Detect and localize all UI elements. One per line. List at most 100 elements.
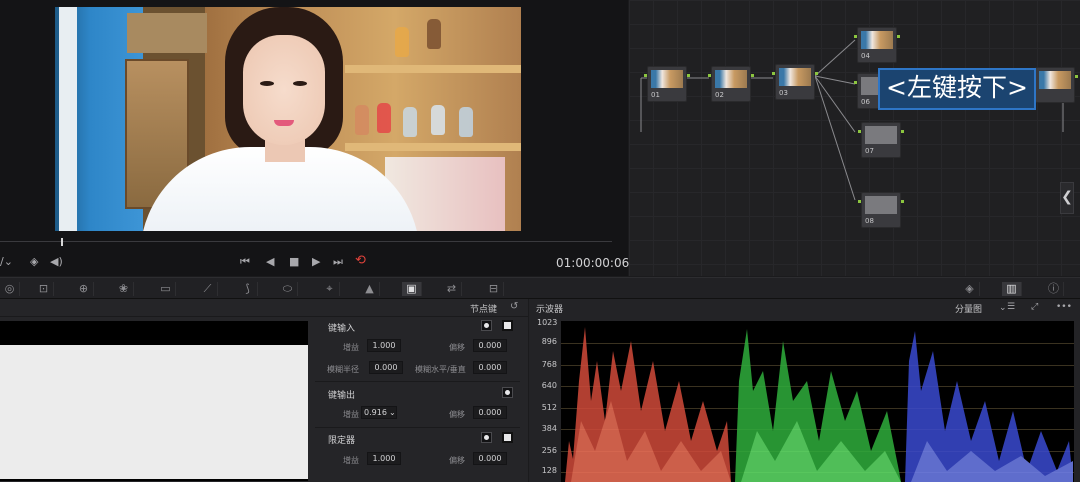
video-bottle — [459, 107, 473, 137]
viewer-panel: ∕⌄ ◈ ◀) ⏮ ◀ ■ ▶ ⏭ ⟲ 01:00:00:06 — [0, 0, 629, 276]
scale-label: 768 — [541, 360, 557, 369]
audio-icon[interactable]: ◀) — [50, 256, 63, 268]
limiter-offset-label: 偏移 — [449, 456, 465, 465]
3d-icon[interactable]: ⊟ — [484, 282, 504, 296]
collapse-panel-button[interactable]: ❮ — [1060, 182, 1074, 214]
scale-label: 384 — [541, 424, 557, 433]
key-input-invert-button[interactable] — [481, 320, 492, 331]
input-offset-field[interactable]: 0.000 — [473, 339, 507, 352]
eyedropper-icon[interactable]: ∕⌄ — [0, 256, 13, 268]
node-label: 06 — [861, 98, 870, 106]
node-02[interactable]: 02 — [708, 66, 754, 102]
color-wheels-icon[interactable]: ◎ — [0, 282, 20, 296]
step-back-icon[interactable]: ◀ — [266, 256, 274, 268]
limiter-invert-button[interactable] — [481, 432, 492, 443]
rgb-mixer-icon[interactable]: ❀ — [114, 282, 134, 296]
key-input-label: 键输入 — [328, 324, 356, 334]
blur-radius-field[interactable]: 0.000 — [369, 361, 403, 374]
node-label: 01 — [651, 91, 660, 99]
window-icon[interactable]: ⬭ — [278, 282, 298, 296]
chevron-down-icon[interactable]: ⌄ — [999, 302, 1007, 314]
node-thumbnail — [861, 31, 893, 49]
more-icon[interactable]: ••• — [1056, 301, 1072, 313]
node-links — [640, 39, 1064, 201]
qualifier-icon[interactable]: ⟆ — [238, 282, 258, 296]
limiter-gain-field[interactable]: 1.000 — [367, 452, 401, 465]
sizing-icon[interactable]: ⇄ — [442, 282, 462, 296]
limiter-offset-field[interactable]: 0.000 — [473, 452, 507, 465]
palette-toolbar: ◎ ⊡ ⊕ ❀ ▭ ⟋ ⟆ ⬭ ⌖ ▲ ▣ ⇄ ⊟ ◈ ▥ ⓘ — [0, 277, 1080, 299]
stop-icon[interactable]: ■ — [289, 256, 299, 268]
scale-label: 896 — [541, 337, 557, 346]
node-thumbnail — [779, 68, 811, 86]
scrubber-track[interactable] — [0, 241, 612, 242]
output-gain-label: 增益 — [343, 410, 359, 419]
skip-back-icon[interactable]: ⏮ — [240, 256, 250, 268]
scale-label: 640 — [541, 381, 557, 390]
motion-icon[interactable]: ▭ — [156, 282, 176, 296]
scale-label: 128 — [541, 466, 557, 475]
limiter-mask-button[interactable] — [502, 432, 513, 443]
magic-mask-icon[interactable]: ▲ — [360, 282, 380, 296]
node-label: 02 — [715, 91, 724, 99]
parade-waveforms — [565, 327, 1073, 482]
tracker-target-icon[interactable]: ⌖ — [320, 282, 340, 296]
expand-icon[interactable]: ⤢ — [1031, 301, 1038, 313]
matte-preview — [0, 345, 308, 479]
key-output-invert-button[interactable] — [502, 387, 513, 398]
divider — [315, 427, 520, 428]
node-03[interactable]: 03 — [772, 64, 818, 100]
key-icon[interactable]: ▣ — [402, 282, 422, 296]
info-icon[interactable]: ⓘ — [1044, 282, 1064, 296]
scrubber-playhead[interactable] — [61, 238, 63, 246]
blur-hv-label: 模糊水平/垂直 — [415, 365, 466, 374]
input-gain-field[interactable]: 1.000 — [367, 339, 401, 352]
node-04[interactable]: 04 — [854, 27, 900, 63]
node-label: 03 — [779, 89, 788, 97]
settings-icon[interactable]: ☰ — [1007, 301, 1015, 313]
layers-icon[interactable]: ◈ — [30, 256, 38, 268]
video-person-eye — [260, 81, 274, 86]
output-offset-field[interactable]: 0.000 — [473, 406, 507, 419]
node-thumbnail — [651, 70, 683, 88]
node-editor[interactable]: 01 02 03 04 06 07 08 ❮ — [629, 0, 1080, 276]
key-panel-title: 节点键 — [470, 305, 498, 315]
reset-icon[interactable]: ↺ — [510, 301, 518, 312]
limiter-label: 限定器 — [328, 436, 356, 446]
video-frame[interactable] — [55, 7, 521, 231]
video-white-edge — [59, 7, 77, 231]
node-label: 07 — [865, 147, 874, 155]
loop-icon[interactable]: ⟲ — [355, 254, 366, 267]
video-bottle — [403, 107, 417, 137]
blur-radius-label: 模糊半径 — [327, 365, 359, 374]
curves-icon[interactable]: ⟋ — [198, 282, 218, 296]
scope-icon[interactable]: ▥ — [1002, 282, 1022, 296]
power-window-icon[interactable]: ⊡ — [34, 282, 54, 296]
scale-label: 256 — [541, 446, 557, 455]
node-08[interactable]: 08 — [858, 192, 904, 228]
chevron-down-icon[interactable]: ⌄ — [389, 408, 396, 417]
key-controls: 键输入 增益 1.000 偏移 0.000 模糊半径 0.000 模糊水平/垂直… — [315, 317, 520, 482]
play-icon[interactable]: ▶ — [312, 256, 320, 268]
scope-mode-dropdown[interactable]: 分量图 — [955, 302, 982, 315]
tracker-icon[interactable]: ⊕ — [74, 282, 94, 296]
key-input-mask-button[interactable] — [502, 320, 513, 331]
video-bottle — [431, 105, 445, 135]
video-person-face — [243, 35, 325, 145]
skip-forward-icon[interactable]: ⏭ — [333, 256, 343, 268]
video-bottle — [377, 103, 391, 133]
key-panel-header: 节点键 ↺ — [0, 299, 528, 317]
video-poster-top — [127, 13, 207, 53]
node-07[interactable]: 07 — [858, 122, 904, 158]
input-offset-label: 偏移 — [449, 343, 465, 352]
video-shelf — [345, 65, 521, 73]
blur-hv-field[interactable]: 0.000 — [473, 361, 507, 374]
key-output-label: 键输出 — [328, 391, 356, 401]
scope-title: 示波器 — [536, 305, 564, 315]
video-bottle — [355, 105, 369, 135]
video-shelf — [345, 143, 521, 151]
node-01[interactable]: 01 — [644, 66, 690, 102]
blur-icon[interactable]: ◈ — [960, 282, 980, 296]
node-label: 04 — [861, 52, 870, 60]
node-output[interactable] — [1032, 67, 1078, 103]
